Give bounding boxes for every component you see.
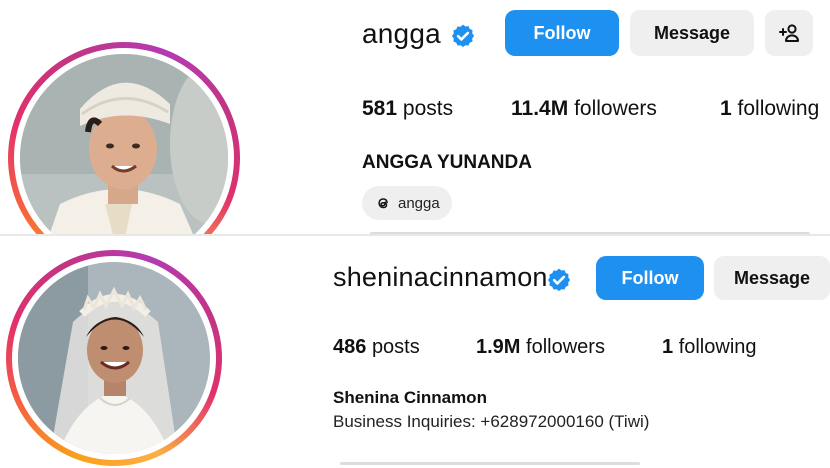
followers-label: followers [526, 336, 605, 358]
avatar-photo-illustration [18, 262, 210, 454]
threads-badge[interactable]: angga [362, 186, 452, 220]
username: angga [362, 18, 441, 49]
profile-header-angga: angga Follow Message 581 posts 11.4M fol… [0, 0, 830, 234]
followers-stat[interactable]: 1.9M followers [476, 336, 605, 359]
following-stat[interactable]: 1 following [662, 336, 757, 359]
add-person-icon [779, 24, 799, 42]
threads-icon [378, 198, 388, 209]
suggested-accounts-button[interactable] [765, 10, 813, 56]
verified-badge-icon [451, 24, 475, 48]
posts-stat[interactable]: 581 posts [362, 97, 453, 121]
message-button[interactable]: Message [714, 256, 830, 300]
posts-stat[interactable]: 486 posts [333, 336, 420, 359]
cropped-bio-line [340, 462, 640, 465]
full-name: Shenina Cinnamon [333, 388, 487, 407]
posts-count: 581 [362, 97, 398, 120]
follow-button[interactable]: Follow [596, 256, 704, 300]
posts-count: 486 [333, 336, 367, 358]
following-count: 1 [662, 336, 674, 358]
followers-count: 1.9M [476, 336, 521, 358]
message-button[interactable]: Message [630, 10, 754, 56]
following-label: following [737, 97, 820, 120]
follow-button[interactable]: Follow [505, 10, 619, 56]
bio-text: Business Inquiries: +628972000160 (Tiwi) [333, 412, 650, 431]
posts-label: posts [371, 336, 420, 358]
username: sheninacinnamon [333, 262, 548, 292]
profile-header-sheninacinnamon: sheninacinnamon Follow Message 486 posts… [0, 236, 830, 468]
following-stat[interactable]: 1 following [720, 97, 819, 121]
following-label: following [678, 336, 757, 358]
verified-badge-icon [547, 268, 571, 292]
following-count: 1 [720, 97, 732, 120]
followers-stat[interactable]: 11.4M followers [511, 97, 657, 121]
full-name: ANGGA YUNANDA [362, 152, 532, 173]
avatar[interactable] [18, 262, 210, 454]
followers-count: 11.4M [511, 97, 569, 120]
followers-label: followers [574, 97, 657, 120]
threads-handle: angga [398, 194, 440, 212]
posts-label: posts [402, 97, 454, 120]
